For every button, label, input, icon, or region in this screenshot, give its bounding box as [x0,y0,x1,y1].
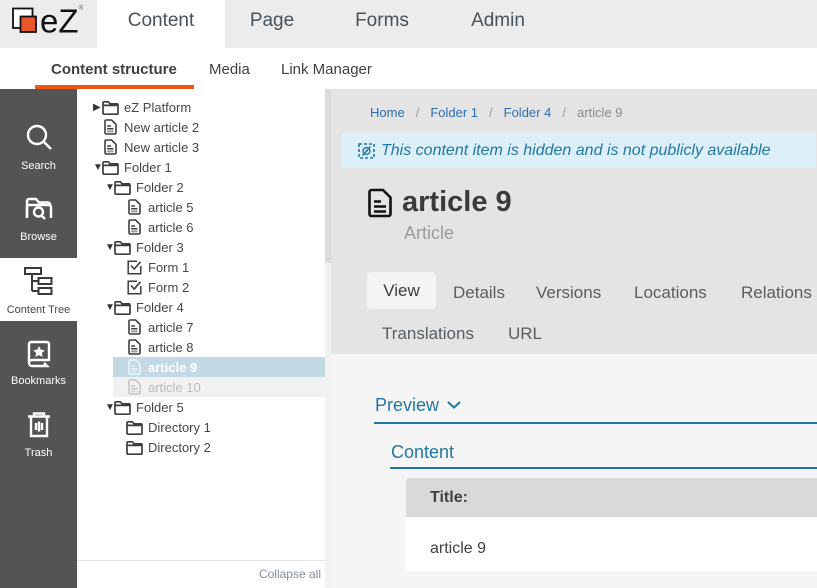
svg-text:eZ: eZ [40,3,79,40]
svg-text:®: ® [79,4,84,12]
